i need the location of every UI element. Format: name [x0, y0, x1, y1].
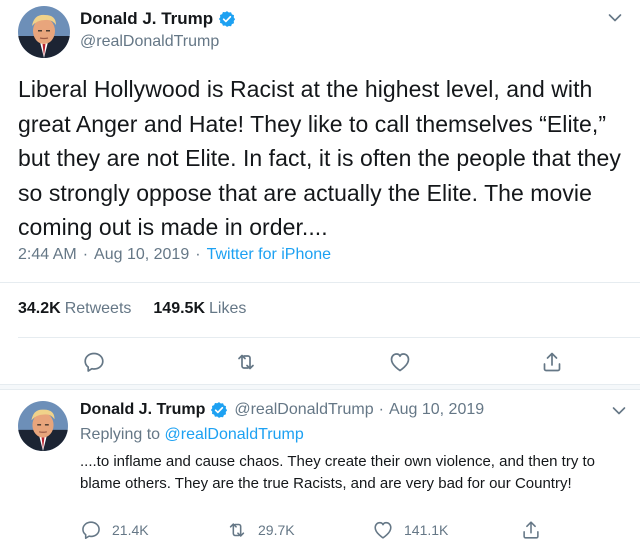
- divider: [18, 337, 640, 338]
- reply-author-row: Donald J. Trump @realDonaldTrump · Aug 1…: [80, 401, 484, 419]
- like-count: 141.1K: [404, 522, 449, 538]
- reply-count: 21.4K: [112, 522, 149, 538]
- like-icon: [374, 521, 392, 539]
- main-tweet: Donald J. Trump @realDonaldTrump Liberal…: [0, 0, 640, 385]
- likes-stat[interactable]: 149.5K Likes: [153, 300, 246, 318]
- verified-badge-icon: [210, 401, 228, 419]
- engagement-stats: 34.2K Retweets 149.5K Likes: [18, 300, 268, 318]
- tweet-text: Liberal Hollywood is Racist at the highe…: [18, 76, 621, 240]
- avatar[interactable]: [18, 6, 70, 58]
- tweet-time[interactable]: 2:44 AM: [18, 246, 77, 264]
- reply-icon: [82, 521, 100, 540]
- meta-separator: ·: [195, 246, 201, 263]
- chevron-down-icon[interactable]: [608, 10, 622, 22]
- reply-text: ....to inflame and cause chaos. They cre…: [80, 453, 596, 492]
- likes-label: Likes: [209, 300, 247, 317]
- display-name[interactable]: Donald J. Trump: [80, 401, 205, 419]
- reply-button[interactable]: 21.4K: [80, 519, 149, 541]
- like-button[interactable]: 141.1K: [372, 519, 448, 541]
- author-handle[interactable]: @realDonaldTrump: [234, 401, 373, 419]
- retweet-icon: [229, 523, 245, 537]
- thread-separator: [0, 384, 640, 390]
- reply-action-bar: 21.4K 29.7K 141.1K: [0, 517, 640, 545]
- retweets-count: 34.2K: [18, 300, 61, 317]
- divider: [0, 282, 640, 283]
- avatar[interactable]: [18, 401, 68, 451]
- meta-separator: ·: [378, 401, 384, 418]
- meta-separator: ·: [82, 246, 89, 263]
- retweet-button[interactable]: 29.7K: [226, 519, 295, 541]
- reply-tweet[interactable]: Donald J. Trump @realDonaldTrump · Aug 1…: [0, 391, 640, 551]
- replying-prefix: Replying to: [80, 426, 161, 443]
- display-name[interactable]: Donald J. Trump: [80, 9, 213, 29]
- author-name-row[interactable]: Donald J. Trump: [80, 9, 236, 29]
- verified-badge-icon: [218, 10, 236, 28]
- retweet-count: 29.7K: [258, 522, 295, 538]
- author-handle[interactable]: @realDonaldTrump: [80, 33, 219, 51]
- tweet-date[interactable]: Aug 10, 2019: [389, 401, 484, 419]
- retweets-label: Retweets: [64, 300, 132, 317]
- retweets-stat[interactable]: 34.2K Retweets: [18, 300, 131, 318]
- tweet-source-link[interactable]: Twitter for iPhone: [207, 246, 332, 264]
- share-button[interactable]: [520, 519, 552, 541]
- tweet-meta: 2:44 AM · Aug 10, 2019 · Twitter for iPh…: [18, 246, 331, 264]
- like-icon[interactable]: [388, 350, 412, 374]
- chevron-down-icon[interactable]: [612, 403, 626, 415]
- reply-icon[interactable]: [82, 350, 106, 374]
- share-icon[interactable]: [540, 350, 564, 374]
- likes-count: 149.5K: [153, 300, 205, 317]
- tweet-date[interactable]: Aug 10, 2019: [94, 246, 189, 264]
- share-icon: [523, 521, 539, 539]
- replying-mention-link[interactable]: @realDonaldTrump: [165, 426, 304, 443]
- retweet-icon[interactable]: [234, 350, 258, 374]
- replying-to: Replying to @realDonaldTrump: [80, 426, 304, 444]
